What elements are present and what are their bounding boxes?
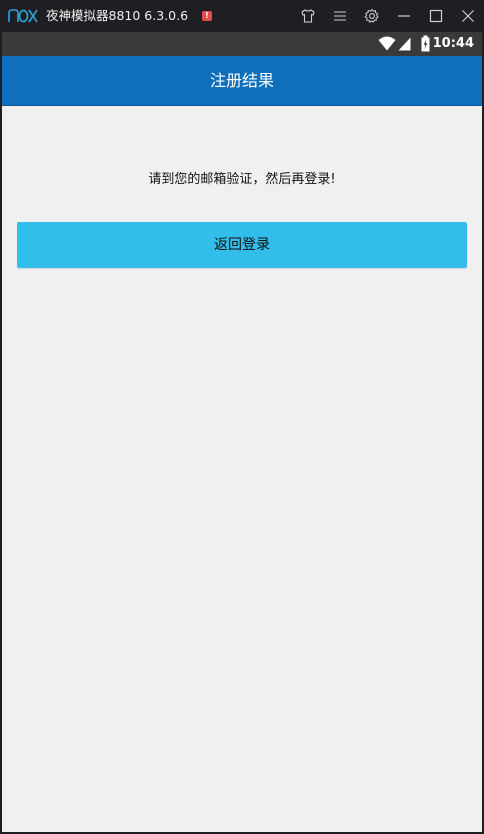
battery-icon (421, 35, 430, 52)
shirt-icon[interactable] (298, 6, 318, 26)
verification-message: 请到您的邮箱验证，然后再登录! (148, 172, 336, 187)
wifi-icon (378, 36, 396, 51)
status-time: 10:44 (432, 36, 474, 51)
alert-icon[interactable]: ! (202, 11, 212, 21)
window-title: 夜神模拟器8810 6.3.0.6 (46, 8, 189, 23)
page-title: 注册结果 (209, 71, 274, 90)
signal-icon (398, 37, 411, 51)
app-bar: 注册结果 (2, 56, 482, 106)
emulator-window: 夜神模拟器8810 6.3.0.6 ! 10:44 注册结果 请到您的邮箱验证，… (0, 0, 484, 834)
menu-icon[interactable] (330, 6, 350, 26)
back-to-login-button[interactable]: 返回登录 (17, 222, 467, 268)
title-bar: 夜神模拟器8810 6.3.0.6 ! (0, 0, 484, 32)
nox-logo-icon (8, 9, 38, 23)
close-icon[interactable] (458, 6, 478, 26)
app-screen: 注册结果 请到您的邮箱验证，然后再登录! 返回登录 (2, 56, 482, 832)
android-status-bar: 10:44 (2, 32, 482, 56)
maximize-icon[interactable] (426, 6, 446, 26)
gear-icon[interactable] (362, 6, 382, 26)
minimize-icon[interactable] (394, 6, 414, 26)
window-frame-left (0, 32, 2, 834)
